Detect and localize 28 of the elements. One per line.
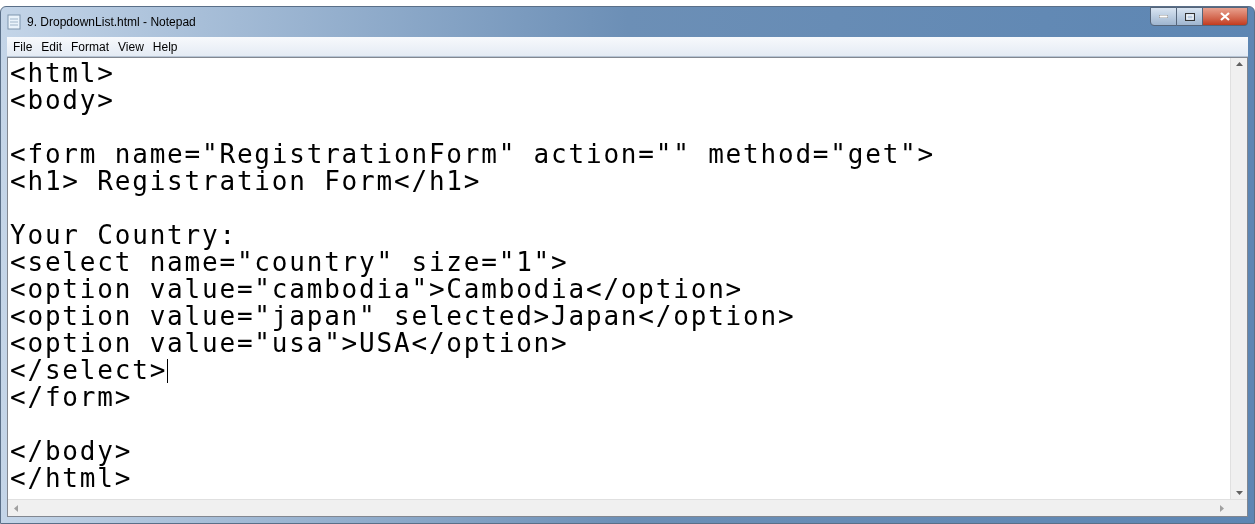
minimize-icon: [1159, 15, 1168, 18]
code-line: </body>: [10, 438, 133, 465]
window-title: 9. DropdownList.html - Notepad: [27, 14, 196, 31]
menu-item[interactable]: File: [9, 37, 37, 56]
code-line: </html>: [10, 465, 133, 492]
code-line: </form>: [10, 384, 133, 411]
menu-item[interactable]: View: [114, 37, 148, 56]
code-line: <body>: [10, 87, 115, 114]
close-icon: [1220, 12, 1230, 21]
menu-item[interactable]: Format: [67, 37, 114, 56]
minimize-button[interactable]: [1150, 7, 1177, 26]
code-line: <option value="japan" selected>Japan</option>: [10, 303, 796, 330]
code-line: Your Country:: [10, 222, 237, 249]
code-line: </select>: [10, 357, 168, 384]
code-line: <html>: [10, 60, 115, 87]
code-line: <option value="usa">USA</option>: [10, 330, 569, 357]
close-button[interactable]: [1203, 7, 1248, 26]
scroll-down-arrow-icon[interactable]: [1235, 491, 1243, 495]
code-line: <select name="country" size="1">: [10, 249, 569, 276]
vertical-scrollbar[interactable]: [1230, 58, 1247, 499]
menu-item[interactable]: Edit: [37, 37, 67, 56]
notepad-icon: [7, 14, 21, 30]
code-line: <option value="cambodia">Cambodia</option>: [10, 276, 744, 303]
resize-grip[interactable]: [1230, 499, 1247, 516]
maximize-icon: [1184, 12, 1195, 21]
scroll-up-arrow-icon[interactable]: [1235, 62, 1243, 66]
menu-item[interactable]: Help: [148, 37, 182, 56]
maximize-button[interactable]: [1177, 7, 1203, 26]
